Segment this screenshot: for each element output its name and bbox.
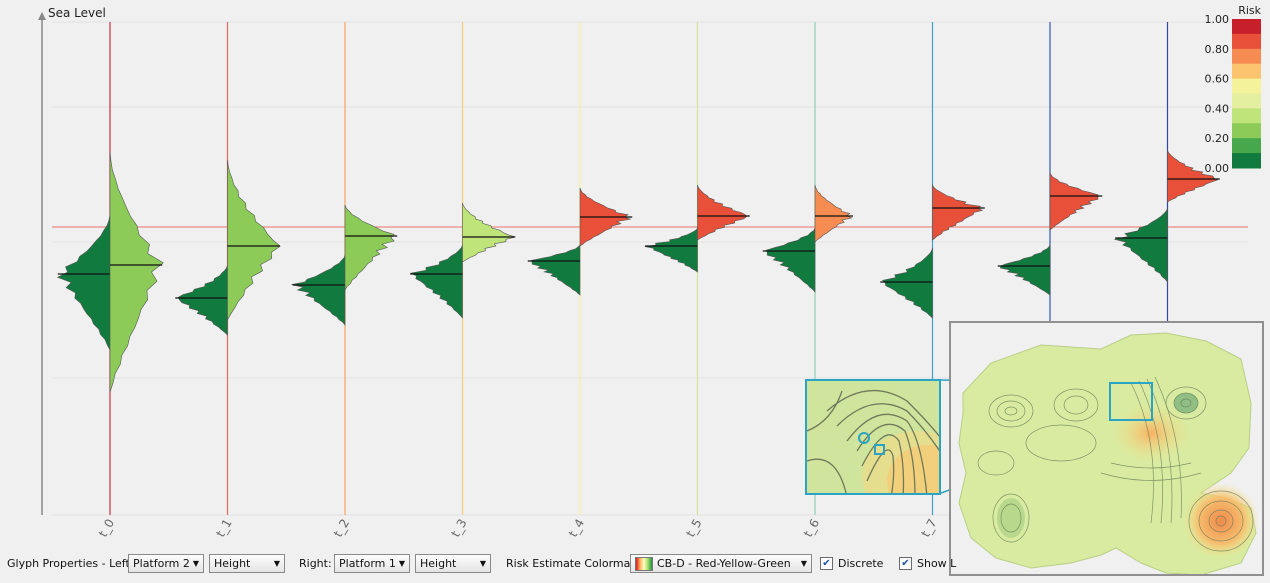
zoom-detail-view[interactable] — [805, 379, 941, 495]
colormap-dropdown[interactable]: CB-D - Red-Yellow-Green ▼ — [630, 554, 812, 573]
glyph-right-half[interactable] — [227, 159, 281, 321]
discrete-label: Discrete — [838, 557, 884, 570]
chevron-down-icon: ▼ — [192, 559, 199, 568]
glyph-left-half[interactable] — [1000, 243, 1051, 296]
glyph-right-half[interactable] — [814, 184, 853, 243]
chevron-down-icon: ▼ — [273, 559, 280, 568]
x-tick-label: t_7 — [918, 517, 939, 540]
x-tick-label: t_2 — [331, 517, 352, 540]
right-platform-dropdown[interactable]: Platform 1 ▼ — [334, 554, 410, 573]
legend-swatch — [1232, 48, 1261, 65]
legend-tick-label: 0.20 — [1205, 132, 1230, 145]
discrete-checkbox[interactable]: ✔ — [820, 557, 833, 570]
chevron-down-icon: ▼ — [398, 559, 405, 568]
left-property-value: Height — [214, 557, 251, 570]
x-tick-label: t_0 — [96, 517, 117, 540]
legend-swatch — [1232, 108, 1261, 124]
legend-title: Risk — [1238, 4, 1261, 17]
glyph-left-half[interactable] — [409, 244, 463, 319]
chevron-down-icon: ▼ — [800, 559, 807, 568]
glyph-right-half[interactable] — [344, 204, 395, 292]
glyph-left-half[interactable] — [644, 226, 698, 273]
map-region — [1183, 483, 1259, 559]
left-platform-dropdown[interactable]: Platform 2 ▼ — [128, 554, 204, 573]
glyph-right-half[interactable] — [1049, 171, 1099, 231]
left-platform-value: Platform 2 — [133, 557, 190, 570]
legend-tick-label: 0.60 — [1205, 73, 1230, 86]
legend-swatch — [1232, 123, 1261, 139]
glyph-left-label: Glyph Properties - Left: — [7, 557, 134, 570]
legend-ticks: 1.00 0.80 0.60 0.40 0.20 0.00 — [1205, 13, 1230, 175]
x-tick-label: t_1 — [213, 517, 234, 540]
control-bar: Glyph Properties - Left: Platform 2 ▼ Hei… — [0, 553, 1270, 577]
left-property-dropdown[interactable]: Height ▼ — [209, 554, 285, 573]
checkmark-icon: ✔ — [822, 558, 831, 569]
glyph-right-half[interactable] — [109, 151, 164, 393]
right-platform-value: Platform 1 — [339, 557, 396, 570]
chevron-down-icon: ▼ — [479, 559, 486, 568]
legend-tick-label: 1.00 — [1205, 13, 1230, 26]
right-property-value: Height — [420, 557, 457, 570]
glyph-right-half[interactable] — [932, 183, 984, 241]
glyph-left-half[interactable] — [1114, 207, 1168, 283]
legend-swatch — [1232, 63, 1261, 80]
glyph-right-half[interactable] — [697, 184, 747, 241]
x-tick-label: t_5 — [683, 517, 704, 540]
map-inset[interactable] — [949, 321, 1264, 576]
colormap-value: CB-D - Red-Yellow-Green — [657, 557, 791, 570]
right-property-dropdown[interactable]: Height ▼ — [415, 554, 491, 573]
risk-legend: Risk 1.00 0.80 0.60 0.40 0.20 0.00 — [1205, 4, 1262, 175]
glyph-left-half[interactable] — [178, 264, 228, 336]
glyph-left-half[interactable] — [531, 244, 581, 296]
legend-swatch — [1232, 33, 1261, 50]
legend-swatch — [1232, 153, 1261, 169]
legend-swatch — [1232, 78, 1261, 94]
glyph-right-half[interactable] — [1167, 149, 1219, 203]
glyph-left-half[interactable] — [291, 254, 346, 326]
legend-swatch — [1232, 19, 1261, 35]
legend-swatch — [1232, 138, 1261, 154]
glyph-right-half[interactable] — [462, 202, 517, 263]
legend-swatch — [1232, 93, 1261, 109]
legend-tick-label: 0.40 — [1205, 102, 1230, 115]
x-tick-label: t_4 — [566, 517, 587, 540]
legend-tick-label: 0.80 — [1205, 43, 1230, 56]
right-label: Right: — [299, 557, 332, 570]
colormap-swatch-icon — [635, 557, 653, 571]
axis-label: Sea Level — [48, 6, 106, 20]
show-checkbox[interactable]: ✔ — [899, 557, 912, 570]
checkmark-icon: ✔ — [901, 558, 910, 569]
legend-swatches — [1232, 19, 1261, 169]
glyph-left-half[interactable] — [56, 214, 111, 352]
show-label: Show L — [917, 557, 957, 570]
axis-arrow-icon — [38, 12, 46, 20]
colormap-label: Risk Estimate Colormap: — [506, 557, 642, 570]
x-tick-label: t_3 — [448, 517, 469, 540]
app-window: Sea Level t_0t_1t_2t_3t_4t_5t_6t_7t_8t_9… — [0, 0, 1270, 583]
glyph-left-half[interactable] — [881, 247, 933, 319]
x-tick-label: t_6 — [801, 517, 822, 540]
legend-tick-label: 0.00 — [1205, 162, 1230, 175]
glyph-left-half[interactable] — [765, 227, 816, 293]
